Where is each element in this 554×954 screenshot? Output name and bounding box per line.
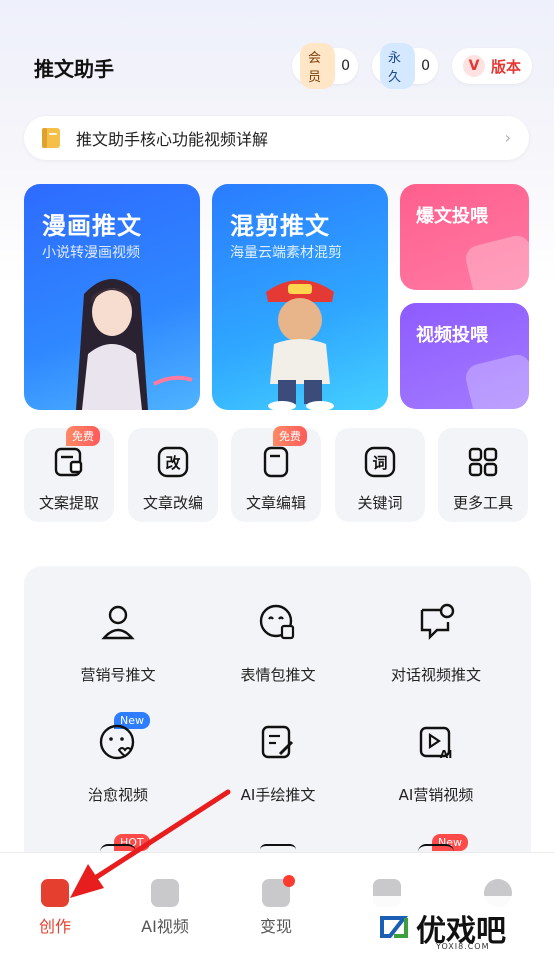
- doc-extract-icon: [54, 447, 83, 477]
- notebook-icon: [42, 128, 60, 148]
- svg-text:改: 改: [165, 454, 181, 472]
- member-pill[interactable]: 会员 0: [292, 43, 358, 89]
- grid-label: 表情包推文: [240, 666, 316, 684]
- watermark-logo-icon: [380, 916, 409, 938]
- version-pill[interactable]: V 版本: [452, 48, 532, 84]
- baowen-title: 爆文投喂: [416, 206, 488, 227]
- tool-article-edit[interactable]: 免费 文章编辑: [231, 426, 321, 522]
- shipin-card[interactable]: 视频投喂: [400, 303, 529, 409]
- svg-text:词: 词: [372, 454, 387, 472]
- draw-icon: [261, 725, 294, 759]
- banner-text: 推文助手核心功能视频详解: [76, 130, 269, 149]
- tool-more[interactable]: 更多工具: [438, 428, 528, 522]
- grid-label: 对话视频推文: [390, 666, 481, 684]
- grid-label: 治愈视频: [87, 786, 148, 804]
- grid-item-emoji[interactable]: 表情包推文: [198, 602, 358, 712]
- grid-label: AI营销视频: [398, 786, 474, 804]
- tab-label: AI视频: [141, 917, 189, 936]
- hunjian-card[interactable]: 混剪推文 海量云端素材混剪: [212, 184, 388, 410]
- forever-tag: 永久: [380, 43, 416, 89]
- chat-icon: [420, 603, 455, 640]
- member-tag: 会员: [300, 43, 336, 89]
- tool-label: 文章改编: [142, 494, 203, 512]
- version-v-icon: V: [462, 55, 485, 77]
- heart-face-icon: [99, 724, 135, 760]
- grid-item-marketing[interactable]: 营销号推文: [38, 602, 198, 712]
- video-play-icon: [462, 351, 529, 409]
- person-icon: [101, 605, 135, 640]
- svg-text:AI: AI: [440, 748, 453, 761]
- tab-monetize[interactable]: 变现: [221, 875, 331, 945]
- tab-create[interactable]: 创作: [0, 875, 110, 945]
- shipin-title: 视频投喂: [416, 325, 488, 346]
- grid-item-healing[interactable]: New 治愈视频: [38, 712, 198, 832]
- forever-count: 0: [421, 58, 430, 74]
- free-badge: 免费: [273, 426, 307, 446]
- emoji-icon: [259, 604, 295, 640]
- free-badge: 免费: [66, 426, 100, 446]
- tool-rewrite[interactable]: 改 文章改编: [128, 428, 218, 522]
- tool-keyword[interactable]: 词 关键词: [335, 428, 425, 522]
- grid-label: 营销号推文: [80, 666, 156, 684]
- forever-pill[interactable]: 永久 0: [372, 43, 438, 89]
- tool-label: 关键词: [357, 494, 403, 512]
- tutorial-banner[interactable]: 推文助手核心功能视频详解 ›: [24, 116, 529, 160]
- version-label: 版本: [490, 57, 521, 76]
- partial-icon: [100, 844, 136, 852]
- anime-girl-illustration: [76, 279, 193, 410]
- ai-video-tab-icon: [151, 879, 179, 907]
- tool-label: 更多工具: [452, 494, 513, 512]
- header: 推文助手 会员 0 永久 0 V 版本: [0, 40, 554, 92]
- grid-label: AI手绘推文: [240, 786, 316, 804]
- partial-icon: [260, 844, 296, 852]
- tab-label: 变现: [259, 917, 292, 936]
- keyword-icon: 词: [364, 446, 396, 478]
- notification-dot: [283, 875, 295, 887]
- doc-edit-icon: [263, 446, 289, 478]
- grid-item-ai-marketing[interactable]: AI AI营销视频: [356, 722, 516, 832]
- document-icon: [462, 232, 529, 290]
- rewrite-icon: 改: [157, 446, 189, 478]
- tool-label: 文章编辑: [245, 494, 306, 512]
- member-count: 0: [341, 58, 350, 74]
- create-icon: [41, 879, 69, 907]
- tab-label: 创作: [38, 917, 71, 936]
- grid-icon: [468, 447, 498, 477]
- baowen-card[interactable]: 爆文投喂: [400, 184, 529, 290]
- skater-boy-illustration: [266, 280, 334, 410]
- app-title: 推文助手: [34, 57, 114, 81]
- partial-icon: [418, 844, 454, 852]
- tab-ai-video[interactable]: AI视频: [110, 875, 220, 945]
- manhua-card[interactable]: 漫画推文 小说转漫画视频: [24, 184, 200, 410]
- tool-copy-extract[interactable]: 免费 文案提取: [24, 426, 114, 522]
- watermark: 优戏吧 YOXI8.COM: [370, 896, 554, 954]
- ai-video-icon: AI: [419, 726, 453, 761]
- grid-item-ai-draw[interactable]: AI手绘推文: [198, 722, 358, 832]
- tool-label: 文案提取: [38, 494, 99, 512]
- watermark-sub: YOXI8.COM: [436, 942, 490, 951]
- grid-item-dialog[interactable]: 对话视频推文: [356, 602, 516, 712]
- chevron-right-icon: ›: [504, 128, 511, 147]
